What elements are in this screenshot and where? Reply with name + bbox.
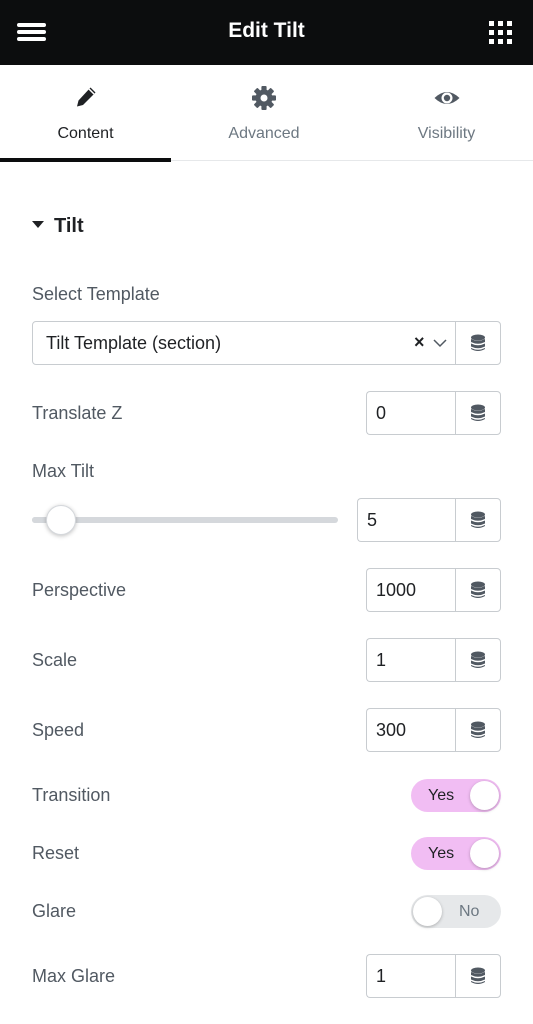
active-tab-indicator bbox=[0, 158, 171, 162]
tab-advanced-label: Advanced bbox=[228, 125, 300, 142]
max-tilt-label: Max Tilt bbox=[32, 461, 95, 481]
speed-input[interactable] bbox=[366, 708, 456, 752]
dynamic-tags-button[interactable] bbox=[455, 708, 501, 752]
panel-tabs: Content Advanced Visibility bbox=[0, 65, 533, 162]
template-select-value: Tilt Template (section) bbox=[46, 333, 222, 353]
database-icon bbox=[471, 967, 485, 984]
grid-icon[interactable] bbox=[489, 21, 512, 44]
toggle-state-label: Yes bbox=[428, 787, 455, 804]
transition-label: Transition bbox=[32, 785, 111, 805]
dynamic-tags-button[interactable] bbox=[455, 954, 501, 998]
clear-icon[interactable]: × bbox=[414, 332, 425, 353]
dynamic-tags-button[interactable] bbox=[455, 638, 501, 682]
database-icon bbox=[471, 651, 485, 668]
max-tilt-slider[interactable] bbox=[32, 505, 338, 535]
slider-handle[interactable] bbox=[46, 505, 76, 535]
perspective-label: Perspective bbox=[32, 580, 127, 600]
scale-label: Scale bbox=[32, 650, 78, 670]
slider-track bbox=[32, 517, 338, 523]
template-select[interactable]: Tilt Template (section) × bbox=[32, 321, 456, 365]
dynamic-tags-button[interactable] bbox=[455, 321, 501, 365]
database-icon bbox=[471, 511, 485, 528]
speed-label: Speed bbox=[32, 720, 85, 740]
glare-toggle[interactable]: No bbox=[411, 895, 501, 928]
top-bar: Edit Tilt bbox=[0, 0, 533, 65]
tab-content[interactable]: Content bbox=[0, 65, 171, 162]
translate-z-label: Translate Z bbox=[32, 403, 123, 423]
database-icon bbox=[471, 334, 485, 351]
section-tilt-toggle[interactable]: Tilt bbox=[32, 215, 84, 238]
tab-content-label: Content bbox=[57, 125, 114, 142]
toggle-knob bbox=[470, 781, 499, 810]
translate-z-input[interactable] bbox=[366, 391, 456, 435]
transition-toggle[interactable]: Yes bbox=[411, 779, 501, 812]
max-glare-label: Max Glare bbox=[32, 966, 116, 986]
database-icon bbox=[471, 404, 485, 421]
tab-visibility[interactable]: Visibility bbox=[360, 65, 533, 161]
dynamic-tags-button[interactable] bbox=[455, 391, 501, 435]
panel-title: Edit Tilt bbox=[228, 19, 305, 42]
database-icon bbox=[471, 721, 485, 738]
eye-icon bbox=[434, 92, 459, 104]
toggle-knob bbox=[413, 897, 442, 926]
select-template-label: Select Template bbox=[32, 284, 160, 304]
scale-input[interactable] bbox=[366, 638, 456, 682]
caret-down-icon bbox=[32, 221, 44, 228]
toggle-state-label: No bbox=[459, 903, 480, 920]
max-glare-input[interactable] bbox=[366, 954, 456, 998]
section-title: Tilt bbox=[54, 215, 84, 237]
gear-icon bbox=[252, 86, 276, 110]
pencil-icon bbox=[76, 87, 95, 107]
toggle-knob bbox=[470, 839, 499, 868]
dynamic-tags-button[interactable] bbox=[455, 568, 501, 612]
chevron-down-icon[interactable] bbox=[432, 335, 448, 351]
toggle-state-label: Yes bbox=[428, 845, 455, 862]
tab-advanced[interactable]: Advanced bbox=[178, 65, 350, 161]
database-icon bbox=[471, 581, 485, 598]
perspective-input[interactable] bbox=[366, 568, 456, 612]
tab-visibility-label: Visibility bbox=[417, 125, 476, 142]
reset-toggle[interactable]: Yes bbox=[411, 837, 501, 870]
dynamic-tags-button[interactable] bbox=[455, 498, 501, 542]
reset-label: Reset bbox=[32, 843, 80, 863]
glare-label: Glare bbox=[32, 901, 77, 921]
max-tilt-input[interactable] bbox=[357, 498, 456, 542]
